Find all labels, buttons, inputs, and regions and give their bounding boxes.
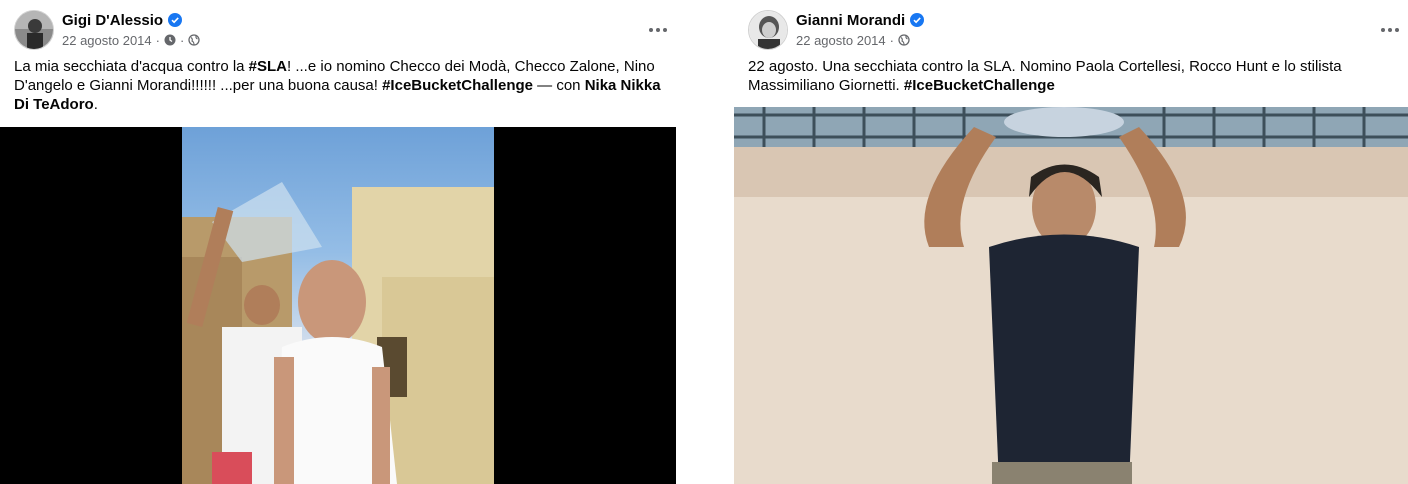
globe-icon xyxy=(898,34,910,46)
author-name[interactable]: Gigi D'Alessio xyxy=(62,12,163,29)
post-header: Gianni Morandi 22 agosto 2014 · xyxy=(748,8,1408,52)
video-frame xyxy=(182,127,494,484)
separator-dot: · xyxy=(889,32,894,48)
post-video[interactable] xyxy=(0,127,676,484)
hashtag-icebucketchallenge[interactable]: #IceBucketChallenge xyxy=(382,77,533,94)
author-line: Gianni Morandi xyxy=(796,10,925,30)
globe-icon xyxy=(188,34,200,46)
separator-dot: · xyxy=(179,32,185,48)
text-segment: La mia secchiata d'acqua contro la xyxy=(14,58,249,75)
verified-badge-icon xyxy=(910,13,925,27)
hashtag-sla[interactable]: #SLA xyxy=(249,58,287,75)
author-name[interactable]: Gianni Morandi xyxy=(796,12,905,29)
separator-dot: · xyxy=(155,32,160,48)
avatar[interactable] xyxy=(748,10,788,50)
post-header: Gigi D'Alessio 22 agosto 2014 · · xyxy=(14,8,676,52)
more-options-icon[interactable] xyxy=(1374,14,1406,46)
text-segment: . xyxy=(93,96,98,113)
text-segment: — con xyxy=(533,77,585,94)
clock-icon xyxy=(164,34,176,46)
post-gianni-morandi: Gianni Morandi 22 agosto 2014 · 22 agost… xyxy=(734,0,1408,484)
post-meta: 22 agosto 2014 · xyxy=(796,32,910,48)
post-video[interactable] xyxy=(734,107,1408,484)
avatar[interactable] xyxy=(14,10,54,50)
post-text: 22 agosto. Una secchiata contro la SLA. … xyxy=(748,57,1398,95)
post-meta: 22 agosto 2014 · · xyxy=(62,32,200,48)
post-text: La mia secchiata d'acqua contro la #SLA!… xyxy=(14,57,664,114)
post-date[interactable]: 22 agosto 2014 xyxy=(796,33,886,48)
hashtag-icebucketchallenge[interactable]: #IceBucketChallenge xyxy=(904,77,1055,94)
author-line: Gigi D'Alessio xyxy=(62,10,183,30)
verified-badge-icon xyxy=(168,13,183,27)
post-date[interactable]: 22 agosto 2014 xyxy=(62,33,152,48)
more-options-icon[interactable] xyxy=(642,14,674,46)
post-gigi-dalessio: Gigi D'Alessio 22 agosto 2014 · · La mia… xyxy=(0,0,676,484)
